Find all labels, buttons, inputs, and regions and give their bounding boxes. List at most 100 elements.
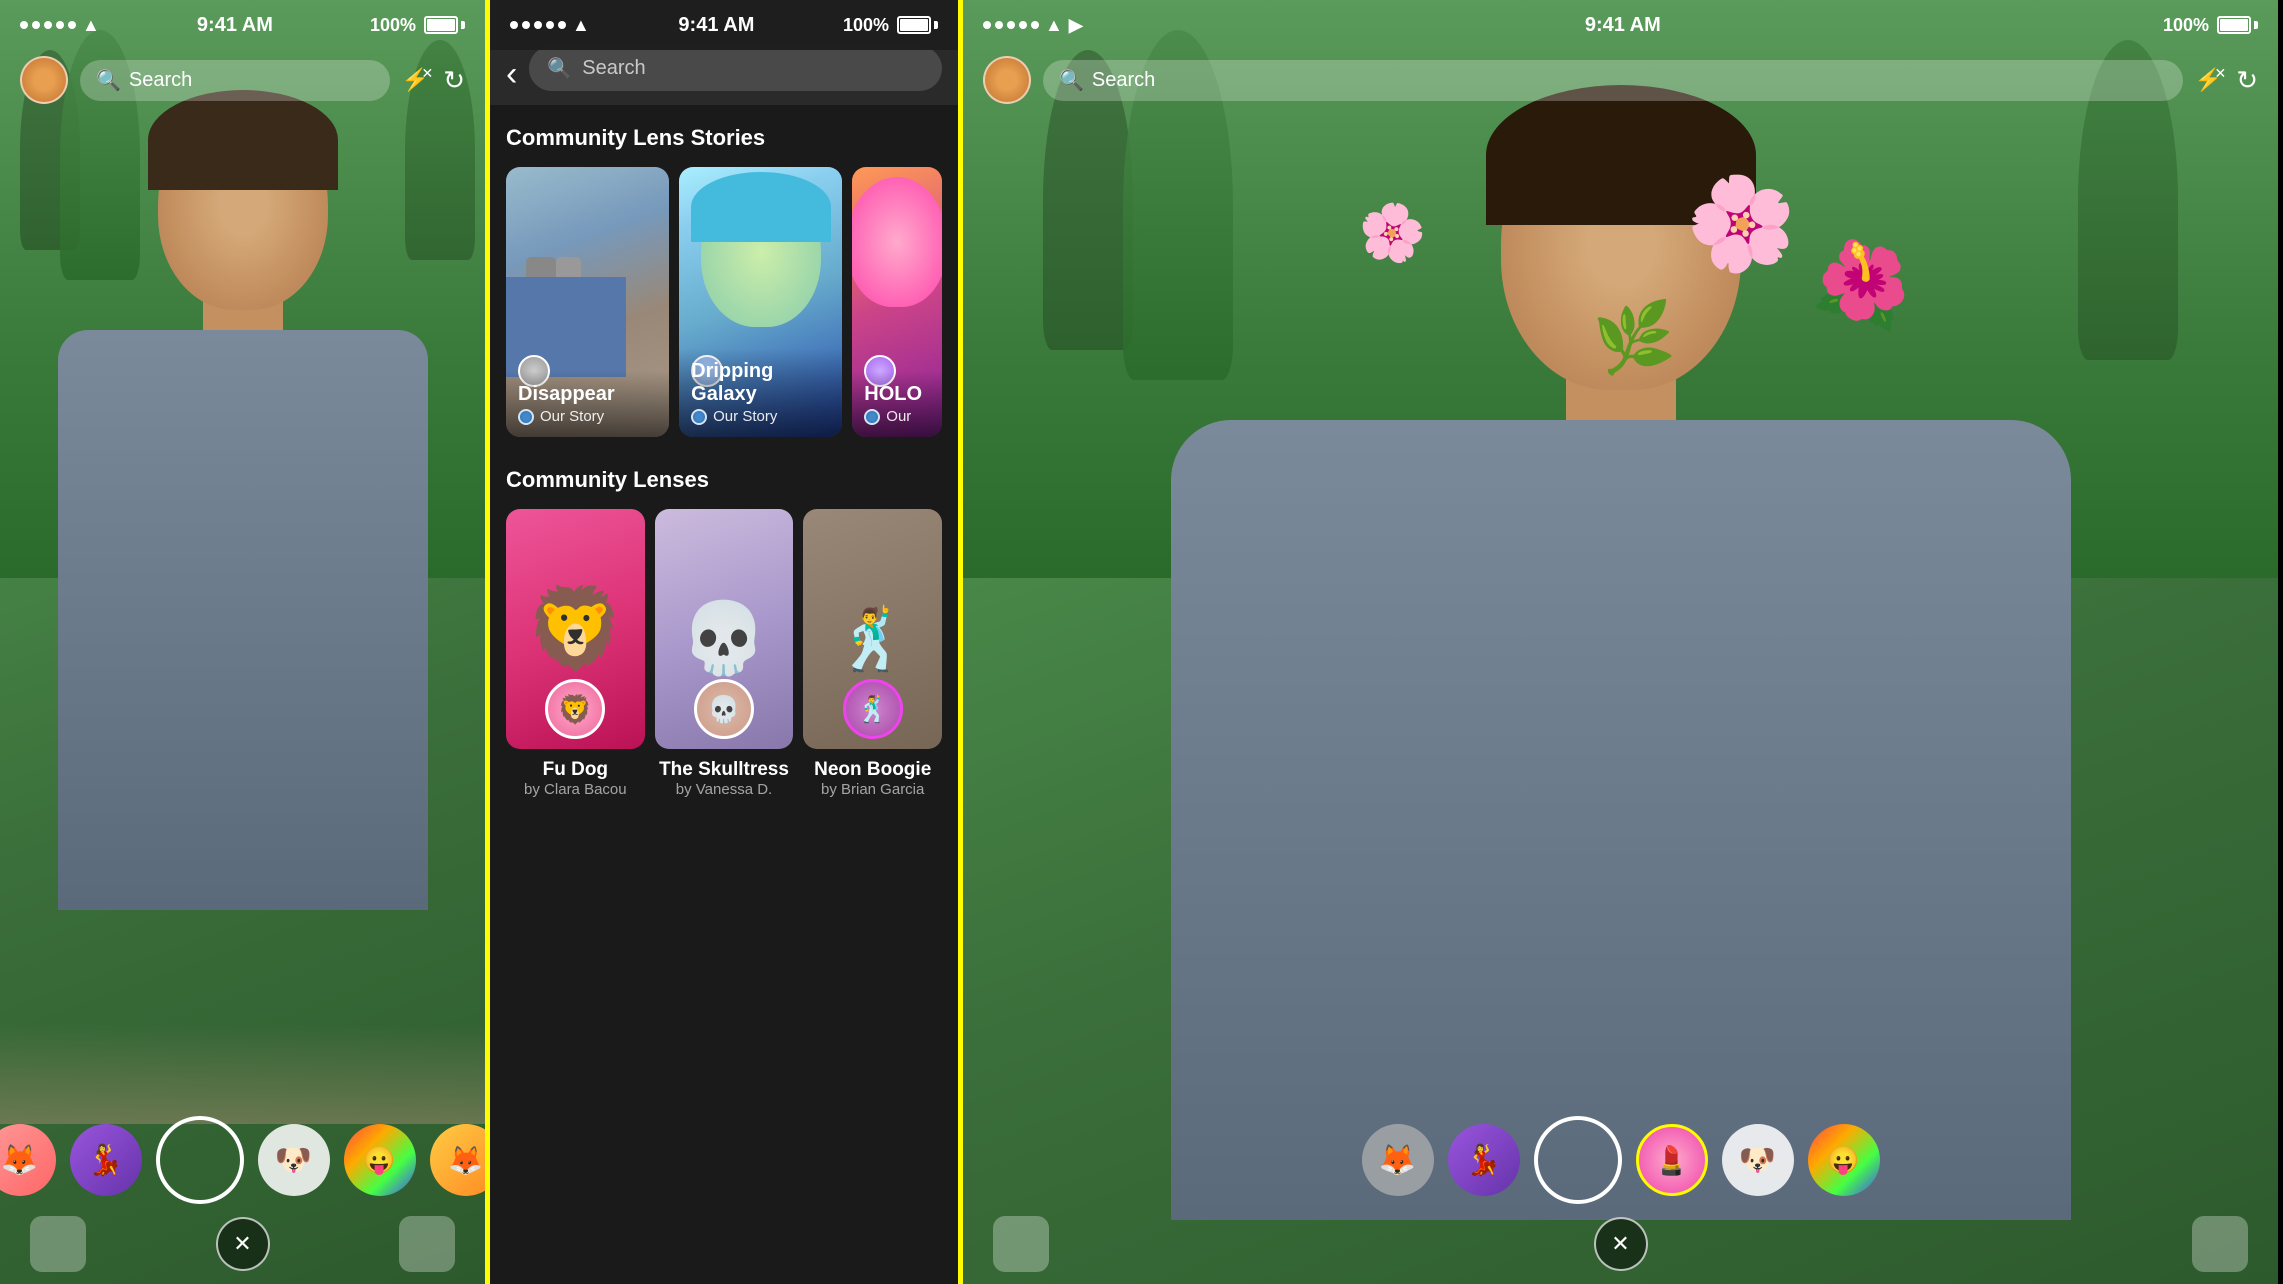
status-right-left: 100% [370,15,465,36]
search-results-scroll[interactable]: Community Lens Stories Disa [490,105,958,1284]
camera-flip-icon-right[interactable]: ↻ [2236,65,2258,96]
lens-name-fudog: Fu Dog [506,759,645,781]
search-bar-left[interactable]: 🔍 Search [80,60,390,101]
gallery-btn-left[interactable] [30,1216,86,1272]
lens-circle-2-left[interactable]: 💃 [70,1124,142,1196]
left-phone-panel: ▲ 9:41 AM 100% 🔍 Search ⚡✕ ↻ 🦊 💃 🐶 [0,0,490,1284]
lens-thumb-neonboogie: 🕺 🕺 [803,509,942,749]
lens-avatar-skulltress: 💀 [694,679,754,739]
camera-background [0,0,485,1284]
search-label-left: Search [129,69,192,92]
battery-percent-middle: 100% [843,15,889,36]
battery-icon-left [424,16,465,34]
section-title-stories: Community Lens Stories [506,125,942,151]
lens-circle-2-right[interactable]: 💃 [1448,1124,1520,1196]
lens-circle-1-left[interactable]: 🦊 [0,1124,56,1196]
lens-circles-left: 🦊 💃 🐶 😛 🦊 [0,1104,485,1216]
camera-header-left: 🔍 Search ⚡✕ ↻ [0,50,485,110]
camera-header-right: 🔍 Search ⚡✕ ↻ [963,50,2278,110]
lens-author-neonboogie: by Brian Garcia [803,781,942,798]
section-title-lenses: Community Lenses [506,467,942,493]
lens-circle-main-right[interactable] [1534,1116,1622,1204]
lens-name-neonboogie: Neon Boogie [803,759,942,781]
close-btn-left[interactable]: ✕ [216,1217,270,1271]
story-card-overlay-galaxy: Dripping Galaxy Our Story [679,348,842,437]
status-bar-right: ▲ ▶ 9:41 AM 100% [963,0,2278,50]
gallery-btn-right[interactable] [993,1216,1049,1272]
lens-item-skulltress[interactable]: 💀 💀 The Skulltress by Vanessa D. [655,509,794,798]
play-icon-right: ▶ [1069,15,1083,36]
header-icons-right: ⚡✕ ↻ [2195,65,2258,96]
header-icons-left: ⚡✕ ↻ [402,65,465,96]
story-name-galaxy: Dripping Galaxy [691,360,830,406]
lens-circle-5-right[interactable]: 🐶 [1722,1124,1794,1196]
memories-btn-left[interactable] [399,1216,455,1272]
search-icon-middle: 🔍 [547,56,572,81]
lens-bar-left: 🦊 💃 🐶 😛 🦊 ✕ [0,1104,485,1284]
community-lenses-section: Community Lenses 🦁 🦁 Fu Dog by Cla [506,467,942,798]
status-bar-middle: ▲ 9:41 AM 100% [490,0,958,50]
avatar-left[interactable] [20,56,68,104]
search-results-panel: ▲ 9:41 AM 100% ‹ 🔍 Search Communi [490,0,958,1284]
globe-icon-disappear [518,409,534,425]
search-bar-right[interactable]: 🔍 Search [1043,60,2183,101]
story-cards-row: Disappear Our Story [506,167,942,437]
search-label-right: Search [1092,69,1155,92]
status-left: ▲ [20,15,100,36]
lens-circle-6-left[interactable]: 🦊 [430,1124,491,1196]
lens-thumb-fudog: 🦁 🦁 [506,509,645,749]
story-sub-galaxy: Our Story [691,408,830,425]
globe-icon-holo [864,409,880,425]
lens-circles-right: 🦊 💃 💄 🐶 😛 [963,1104,2278,1216]
story-name-holo: HOLO [864,383,930,406]
flash-crossed-icon-right[interactable]: ⚡✕ [2195,67,2222,93]
flash-crossed-icon-left[interactable]: ⚡✕ [402,67,429,93]
camera-flip-icon-left[interactable]: ↻ [443,65,465,96]
camera-background-right: 🌸 🌺 🌿 🌸 [963,0,2278,1284]
lens-author-fudog: by Clara Bacou [506,781,645,798]
lens-circle-selected-right[interactable]: 💄 [1636,1124,1708,1196]
status-bar-left: ▲ 9:41 AM 100% [0,0,485,50]
community-lens-stories-section: Community Lens Stories Disa [506,125,942,798]
wifi-icon-middle: ▲ [572,15,590,36]
lens-avatar-fudog: 🦁 [545,679,605,739]
wifi-icon-right: ▲ [1045,15,1063,36]
story-card-holo[interactable]: HOLO Our [852,167,942,437]
right-phone-panel: 🌸 🌺 🌿 🌸 ▲ ▶ 9:41 AM 100% [963,0,2278,1284]
close-btn-right[interactable]: ✕ [1594,1217,1648,1271]
lens-item-neonboogie[interactable]: 🕺 🕺 Neon Boogie by Brian Garcia [803,509,942,798]
story-card-dripping-galaxy[interactable]: Dripping Galaxy Our Story [679,167,842,437]
lens-circle-4-left[interactable]: 🐶 [258,1124,330,1196]
lens-circle-6-right[interactable]: 😛 [1808,1124,1880,1196]
search-placeholder-middle: Search [582,57,645,80]
middle-phone-panel: ▲ 9:41 AM 100% ‹ 🔍 Search Communi [490,0,963,1284]
search-icon-left: 🔍 [96,68,121,93]
lens-bar-right: 🦊 💃 💄 🐶 😛 ✕ [963,1104,2278,1284]
battery-percent-left: 100% [370,15,416,36]
wifi-icon: ▲ [82,15,100,36]
memories-btn-right[interactable] [2192,1216,2248,1272]
story-sub-disappear: Our Story [518,408,657,425]
lens-circle-1-right[interactable]: 🦊 [1362,1124,1434,1196]
search-input-bar-middle[interactable]: 🔍 Search [529,46,942,91]
story-name-disappear: Disappear [518,383,657,406]
bottom-controls-left: ✕ [0,1216,485,1284]
lens-author-skulltress: by Vanessa D. [655,781,794,798]
battery-percent-right: 100% [2163,15,2209,36]
story-card-disappear[interactable]: Disappear Our Story [506,167,669,437]
globe-icon-galaxy [691,409,707,425]
status-time-left: 9:41 AM [197,14,273,37]
story-card-overlay-disappear: Disappear Our Story [506,371,669,437]
status-time-middle: 9:41 AM [678,14,754,37]
lens-item-fudog[interactable]: 🦁 🦁 Fu Dog by Clara Bacou [506,509,645,798]
status-time-right: 9:41 AM [1585,14,1661,37]
avatar-right[interactable] [983,56,1031,104]
bottom-controls-right: ✕ [963,1216,2278,1284]
lens-circle-5-left[interactable]: 😛 [344,1124,416,1196]
story-sub-holo: Our [864,408,930,425]
back-button-middle[interactable]: ‹ [506,57,517,91]
search-icon-right: 🔍 [1059,68,1084,93]
lens-circle-main-left[interactable] [156,1116,244,1204]
close-icon-left: ✕ [233,1231,251,1257]
lens-name-skulltress: The Skulltress [655,759,794,781]
